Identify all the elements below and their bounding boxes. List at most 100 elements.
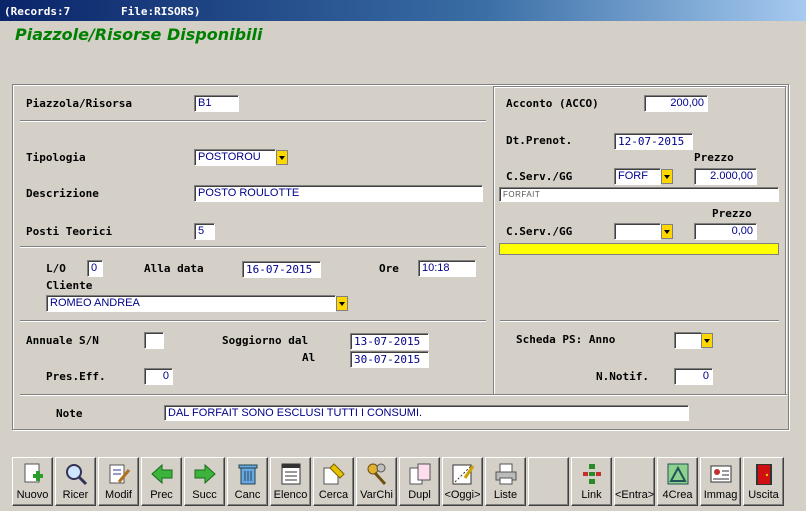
- annuale-field[interactable]: [144, 332, 164, 349]
- toolbar-button-label: Prec: [150, 489, 173, 501]
- calendar-icon: [451, 462, 475, 486]
- cserv2-field[interactable]: [614, 223, 661, 240]
- toolbar-button-liste[interactable]: Liste: [485, 457, 526, 506]
- toolbar-button-label: <Oggi>: [444, 489, 481, 501]
- scheda-dropdown-icon[interactable]: [701, 333, 713, 348]
- cserv1-label: C.Serv./GG: [506, 170, 573, 183]
- toolbar-button-succ[interactable]: Succ: [184, 457, 225, 506]
- prezzo1-field[interactable]: 2.000,00: [694, 168, 757, 185]
- scheda-label: Scheda PS: Anno: [516, 333, 616, 346]
- ore-label: Ore: [379, 262, 399, 275]
- nnotif-label: N.Notif.: [596, 370, 649, 383]
- cliente-label: Cliente: [46, 279, 93, 292]
- list-icon: [279, 462, 303, 486]
- toolbar-button-label: Liste: [493, 489, 518, 501]
- toolbar-button-label: Cerca: [318, 489, 349, 501]
- separator: [20, 320, 486, 322]
- toolbar-button-varchi[interactable]: VarChi: [356, 457, 397, 506]
- toolbar-button-entra[interactable]: <Entra>: [614, 457, 655, 506]
- toolbar-button-label: Succ: [192, 489, 217, 501]
- tipologia-dropdown-icon[interactable]: [276, 150, 288, 165]
- toolbar-button-cerca[interactable]: Cerca: [313, 457, 354, 506]
- toolbar-button-label: Ricer: [62, 489, 89, 501]
- piazzola-field[interactable]: B1: [194, 95, 239, 112]
- toolbar-button-label: Nuovo: [16, 489, 49, 501]
- descrizione-field[interactable]: POSTO ROULOTTE: [194, 185, 483, 202]
- toolbar-button-link[interactable]: Link: [571, 457, 612, 506]
- trash-icon: [236, 462, 260, 486]
- dtprenot-field[interactable]: 12-07-2015: [614, 133, 693, 150]
- file-name: File:RISORS): [121, 5, 201, 18]
- prezzo2-field[interactable]: 0,00: [694, 223, 757, 240]
- toolbar-button-modif[interactable]: Modif: [98, 457, 139, 506]
- toolbar: Nuovo Ricer Modif Prec Succ Canc Elenco Cerca Va…: [12, 457, 788, 507]
- acconto-field[interactable]: 200,00: [644, 95, 708, 112]
- toolbar-button-label: Link: [581, 489, 602, 501]
- lo-label: L/O: [46, 262, 66, 275]
- toolbar-button-label: Elenco: [273, 489, 308, 501]
- lo-field[interactable]: 0: [87, 260, 103, 277]
- toolbar-button-label: Dupl: [408, 489, 431, 501]
- exit-door-icon: [752, 462, 776, 486]
- note-field[interactable]: DAL FORFAIT SONO ESCLUSI TUTTI I CONSUMI…: [164, 405, 689, 421]
- toolbar-button-4crea[interactable]: 4Crea: [657, 457, 698, 506]
- toolbar-button-nuovo[interactable]: Nuovo: [12, 457, 53, 506]
- tipologia-label: Tipologia: [26, 151, 86, 164]
- ore-field[interactable]: 10:18: [418, 260, 476, 277]
- arrow-right-icon: [193, 462, 217, 486]
- separator: [20, 246, 486, 248]
- preseff-field[interactable]: 0: [144, 368, 173, 385]
- cserv1-description: FORFAIT: [499, 187, 779, 202]
- arrow-left-icon: [150, 462, 174, 486]
- al-field[interactable]: 30-07-2015: [350, 351, 429, 368]
- cserv2-label: C.Serv./GG: [506, 225, 573, 238]
- tipologia-field[interactable]: POSTOROU: [194, 149, 276, 166]
- toolbar-button-label: Canc: [234, 489, 261, 501]
- toolbar-button-immag[interactable]: Immag: [700, 457, 741, 506]
- soggiorno-dal-field[interactable]: 13-07-2015: [350, 333, 429, 350]
- toolbar-button-dupl[interactable]: Dupl: [399, 457, 440, 506]
- toolbar-button-ricer[interactable]: Ricer: [55, 457, 96, 506]
- cserv2-dropdown-icon[interactable]: [661, 224, 673, 239]
- posti-label: Posti Teorici: [26, 225, 113, 238]
- edit-document-icon: [107, 462, 131, 486]
- new-document-icon: [21, 462, 45, 486]
- scheda-field[interactable]: [674, 332, 702, 349]
- link-icon: [580, 462, 604, 486]
- piazzola-label: Piazzola/Risorsa: [26, 97, 132, 110]
- dtprenot-label: Dt.Prenot.: [506, 134, 573, 147]
- cliente-dropdown-icon[interactable]: [336, 296, 348, 311]
- duplicate-icon: [408, 462, 432, 486]
- alla-data-field[interactable]: 16-07-2015: [242, 261, 321, 278]
- nnotif-field[interactable]: 0: [674, 368, 713, 385]
- image-card-icon: [709, 462, 733, 486]
- toolbar-button-label: Modif: [105, 489, 132, 501]
- printer-icon: [494, 462, 518, 486]
- toolbar-button-prec[interactable]: Prec: [141, 457, 182, 506]
- toolbar-button-uscita[interactable]: Uscita: [743, 457, 784, 506]
- cserv1-field[interactable]: FORF: [614, 168, 661, 185]
- separator: [500, 320, 779, 322]
- toolbar-button-label: Uscita: [748, 489, 779, 501]
- create-icon: [666, 462, 690, 486]
- alla-data-label: Alla data: [144, 262, 204, 275]
- toolbar-button-label: 4Crea: [662, 489, 693, 501]
- toolbar-button-canc[interactable]: Canc: [227, 457, 268, 506]
- toolbar-button-label: VarChi: [360, 489, 393, 501]
- cserv1-dropdown-icon[interactable]: [661, 169, 673, 184]
- acconto-label: Acconto (ACCO): [506, 97, 599, 110]
- title-bar: (Records:7 File:RISORS): [0, 0, 806, 21]
- prezzo1-label: Prezzo: [694, 151, 734, 164]
- al-label: Al: [302, 351, 316, 364]
- keys-icon: [365, 462, 389, 486]
- prezzo2-label: Prezzo: [712, 207, 752, 220]
- note-label: Note: [56, 407, 83, 420]
- toolbar-button-oggi[interactable]: <Oggi>: [442, 457, 483, 506]
- toolbar-button-blank[interactable]: [528, 457, 569, 506]
- descrizione-label: Descrizione: [26, 187, 99, 200]
- magnifier-icon: [64, 462, 88, 486]
- toolbar-button-elenco[interactable]: Elenco: [270, 457, 311, 506]
- cliente-field[interactable]: ROMEO ANDREA: [46, 295, 336, 312]
- posti-field[interactable]: 5: [194, 223, 215, 240]
- toolbar-button-label: Immag: [703, 489, 738, 501]
